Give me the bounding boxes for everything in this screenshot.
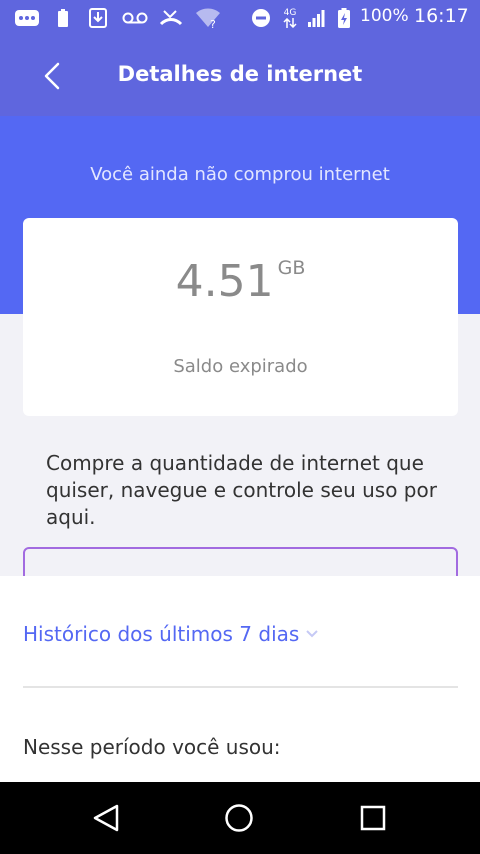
missed-call-icon — [158, 8, 184, 28]
balance-value: 4.51 — [175, 256, 274, 307]
nav-back-button[interactable] — [86, 798, 126, 838]
do-not-disturb-icon — [250, 8, 272, 28]
balance-amount: 4.51 GB — [23, 256, 458, 307]
download-icon — [88, 8, 108, 28]
history-label: Histórico dos últimos 7 dias — [23, 622, 300, 646]
balance-status: Saldo expirado — [173, 356, 308, 377]
history-dropdown[interactable]: Histórico dos últimos 7 dias — [23, 622, 319, 646]
svg-text:?: ? — [210, 18, 216, 29]
battery-charging-icon — [336, 8, 352, 28]
signal-icon — [306, 8, 326, 28]
chevron-down-icon — [306, 630, 319, 638]
battery-saver-icon — [56, 8, 70, 28]
app-bar: Detalhes de internet — [0, 36, 480, 116]
chat-icon — [14, 8, 40, 28]
navigation-bar — [0, 782, 480, 854]
divider — [23, 686, 458, 688]
triangle-back-icon — [93, 804, 119, 832]
wifi-question-icon: ? — [194, 8, 222, 29]
network-icon: 4G — [280, 8, 300, 28]
battery-percent: 100% — [360, 6, 409, 26]
usage-period-label: Nesse período você usou: — [23, 735, 281, 759]
promo-text: Compre a quantidade de internet que quis… — [46, 451, 437, 529]
balance-unit: GB — [277, 257, 306, 279]
usage-section: Histórico dos últimos 7 dias Nesse perío… — [0, 576, 480, 782]
nav-home-button[interactable] — [219, 798, 259, 838]
status-bar: ? 4G 100% 16:17 — [0, 0, 480, 36]
clock: 16:17 — [414, 5, 469, 27]
circle-home-icon — [225, 804, 253, 832]
voicemail-icon — [122, 8, 148, 28]
balance-card: 4.51 GB Saldo expirado — [23, 218, 458, 416]
nav-recents-button[interactable] — [353, 798, 393, 838]
square-recents-icon — [360, 805, 386, 831]
page-title: Detalhes de internet — [117, 62, 363, 86]
network-type-label: 4G — [283, 7, 297, 18]
no-purchase-note: Você ainda não comprou internet — [90, 164, 390, 185]
